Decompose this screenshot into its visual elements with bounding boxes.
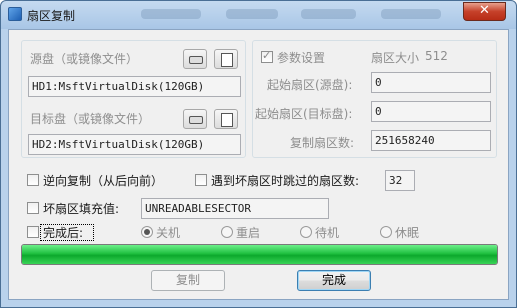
title-bar-blur (141, 9, 201, 19)
skip-count-field[interactable]: 32 (385, 170, 415, 191)
select-target-file-button[interactable] (214, 109, 238, 129)
radio-restart[interactable] (221, 226, 233, 238)
sector-size-label: 扇区大小 (371, 51, 420, 65)
target-disk-field[interactable]: HD2:MsftVirtualDisk(120GB) (28, 134, 241, 155)
title-bar-blur (301, 9, 356, 19)
fill-bad-sectors-label: 坏扇区填充值: (43, 202, 120, 216)
after-finish-label: 完成后: (43, 226, 84, 240)
sector-count-field[interactable]: 251658240 (371, 130, 491, 151)
radio-hibernate[interactable] (380, 226, 392, 238)
disk-selection-group: 源盘（或镜像文件） HD1:MsftVirtualDisk(120GB) 目标盘… (21, 40, 246, 158)
reverse-copy-label: 逆向复制（从后向前） (43, 174, 164, 188)
radio-restart-label: 重启 (236, 226, 261, 240)
skip-bad-sectors-checkbox[interactable] (195, 174, 207, 186)
close-button[interactable]: ✕ (463, 2, 506, 21)
source-label: 源盘（或镜像文件） (30, 52, 139, 66)
skip-bad-sectors-label: 遇到坏扇区时跳过的扇区数: (211, 174, 360, 188)
sector-size-value: 512 (425, 49, 448, 63)
after-finish-checkbox[interactable] (27, 226, 39, 238)
radio-standby-label: 待机 (315, 226, 340, 240)
start-dst-label: 起始扇区(目标盘): (255, 107, 353, 121)
radio-shutdown[interactable] (141, 226, 153, 238)
parameters-group: 参数设置 扇区大小 512 起始扇区(源盘): 0 起始扇区(目标盘): 0 复… (252, 40, 497, 158)
radio-hibernate-label: 休眠 (395, 226, 420, 240)
select-source-disk-button[interactable] (183, 49, 207, 69)
copy-progress-fill (22, 245, 497, 264)
title-bar-blur (226, 9, 278, 19)
start-src-field[interactable]: 0 (371, 72, 491, 93)
sector-count-label: 复制扇区数: (290, 136, 355, 150)
select-target-disk-button[interactable] (183, 109, 207, 129)
dialog-body: 源盘（或镜像文件） HD1:MsftVirtualDisk(120GB) 目标盘… (8, 29, 509, 300)
fill-value-field[interactable]: UNREADABLESECTOR (141, 198, 329, 219)
copy-progress-bar (21, 244, 498, 265)
close-icon: ✕ (479, 3, 490, 18)
file-icon (221, 53, 233, 67)
start-src-label: 起始扇区(源盘): (267, 78, 353, 92)
params-checkbox[interactable] (261, 49, 273, 63)
done-button[interactable]: 完成 (297, 270, 371, 291)
window-title: 扇区复制 (27, 9, 76, 23)
reverse-copy-checkbox[interactable] (27, 174, 39, 186)
radio-shutdown-label: 关机 (156, 226, 181, 240)
params-checkbox-label: 参数设置 (277, 51, 326, 65)
select-source-file-button[interactable] (214, 49, 238, 69)
title-bar[interactable]: 扇区复制 ✕ (1, 1, 516, 29)
sector-copy-dialog: 扇区复制 ✕ 源盘（或镜像文件） HD1:MsftVirtualDisk(120… (0, 0, 517, 308)
file-icon (221, 113, 233, 127)
target-label: 目标盘（或镜像文件） (30, 112, 151, 126)
fill-bad-sectors-checkbox[interactable] (27, 202, 39, 214)
start-dst-field[interactable]: 0 (371, 101, 491, 122)
copy-button[interactable]: 复制 (151, 270, 225, 291)
radio-standby[interactable] (300, 226, 312, 238)
title-bar-blur (381, 9, 441, 19)
source-disk-field[interactable]: HD1:MsftVirtualDisk(120GB) (28, 76, 241, 97)
disk-icon (189, 56, 203, 64)
disk-icon (189, 116, 203, 124)
window-app-icon (8, 7, 22, 21)
